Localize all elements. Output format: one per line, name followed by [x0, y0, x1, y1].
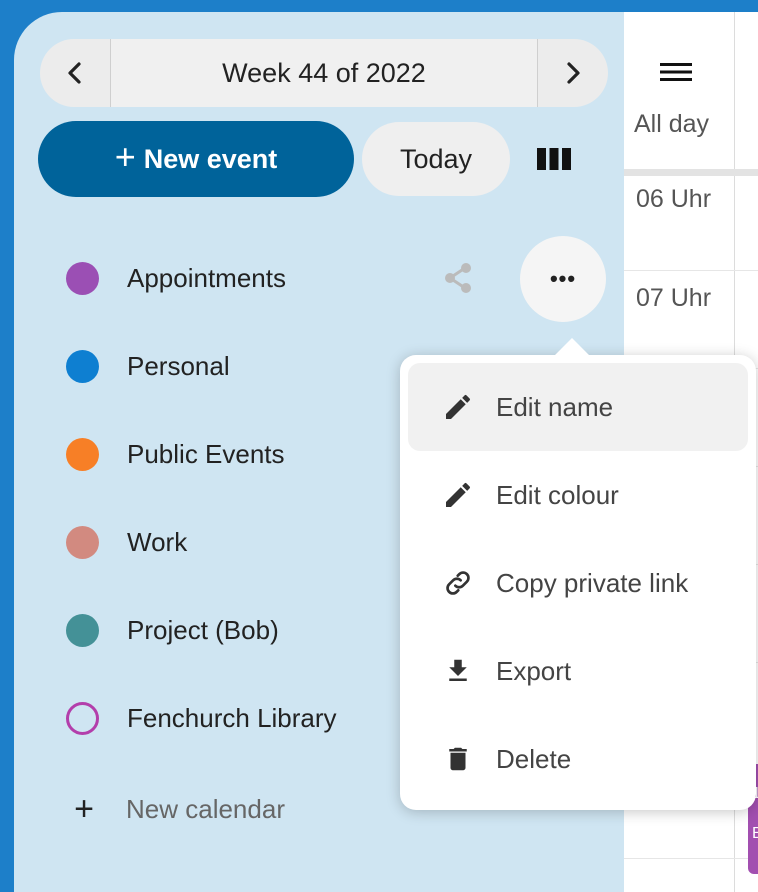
share-icon	[445, 263, 471, 293]
menu-item-label: Export	[496, 655, 572, 686]
hamburger-icon	[660, 63, 692, 81]
calendar-color-dot[interactable]	[66, 261, 99, 295]
new-calendar-button[interactable]: + New calendar	[66, 790, 285, 829]
view-toggle-button[interactable]	[529, 134, 579, 184]
calendar-color-dot[interactable]	[66, 701, 99, 735]
calendar-item[interactable]: Appointments •••	[14, 234, 624, 322]
new-event-label: New event	[143, 143, 278, 174]
more-actions-button[interactable]: •••	[520, 236, 606, 322]
plus-icon: +	[74, 790, 94, 828]
toggle-navigation-button[interactable]	[654, 52, 698, 92]
menu-item-label: Edit colour	[496, 479, 619, 510]
pencil-icon	[438, 475, 478, 515]
calendar-name[interactable]: Public Events	[127, 439, 285, 470]
next-week-button[interactable]	[538, 39, 608, 107]
calendar-name[interactable]: Work	[127, 527, 187, 558]
view-columns-icon	[537, 148, 571, 170]
trash-icon	[438, 739, 478, 779]
new-event-button[interactable]: + New event	[38, 121, 354, 197]
menu-item-edit-colour[interactable]: Edit colour	[408, 451, 748, 539]
calendar-name[interactable]: Fenchurch Library	[127, 703, 337, 734]
menu-item-label: Delete	[496, 743, 572, 774]
menu-item-export[interactable]: Export	[408, 627, 748, 715]
calendar-color-dot[interactable]	[66, 613, 99, 647]
menu-item-label: Copy private link	[496, 567, 689, 598]
share-calendar-button[interactable]	[436, 256, 480, 300]
calendar-color-dot[interactable]	[66, 349, 99, 383]
calendar-color-dot[interactable]	[66, 525, 99, 559]
download-icon	[438, 651, 478, 691]
calendar-name[interactable]: Project (Bob)	[127, 615, 279, 646]
menu-item-label: Edit name	[496, 391, 614, 422]
calendar-actions-menu: Edit name Edit colour Copy private link	[400, 338, 756, 810]
week-label[interactable]: Week 44 of 2022	[111, 39, 537, 107]
pencil-icon	[438, 387, 478, 427]
all-day-divider	[624, 169, 758, 176]
chevron-left-icon	[68, 62, 81, 84]
hour-label: 06 Uhr	[636, 185, 712, 213]
previous-week-button[interactable]	[40, 39, 110, 107]
calendar-name[interactable]: Personal	[127, 351, 230, 382]
calendar-name[interactable]: Appointments	[127, 263, 286, 294]
week-navigator: Week 44 of 2022	[40, 39, 608, 107]
calendar-color-dot[interactable]	[66, 437, 99, 471]
menu-item-edit-name[interactable]: Edit name	[408, 363, 748, 451]
today-button[interactable]: Today	[362, 122, 510, 196]
link-icon	[438, 563, 478, 603]
app-frame: Week 44 of 2022 + New event Today Appoin…	[14, 12, 758, 892]
plus-icon: +	[114, 136, 136, 177]
chevron-right-icon	[567, 62, 580, 84]
hour-divider	[624, 858, 758, 859]
new-calendar-label: New calendar	[126, 794, 285, 824]
all-day-label: All day	[634, 110, 710, 138]
menu-item-delete[interactable]: Delete	[408, 715, 748, 803]
hour-divider	[624, 270, 758, 271]
event-title: B	[752, 825, 758, 842]
hour-label: 07 Uhr	[636, 284, 712, 312]
menu-item-copy-private-link[interactable]: Copy private link	[408, 539, 748, 627]
